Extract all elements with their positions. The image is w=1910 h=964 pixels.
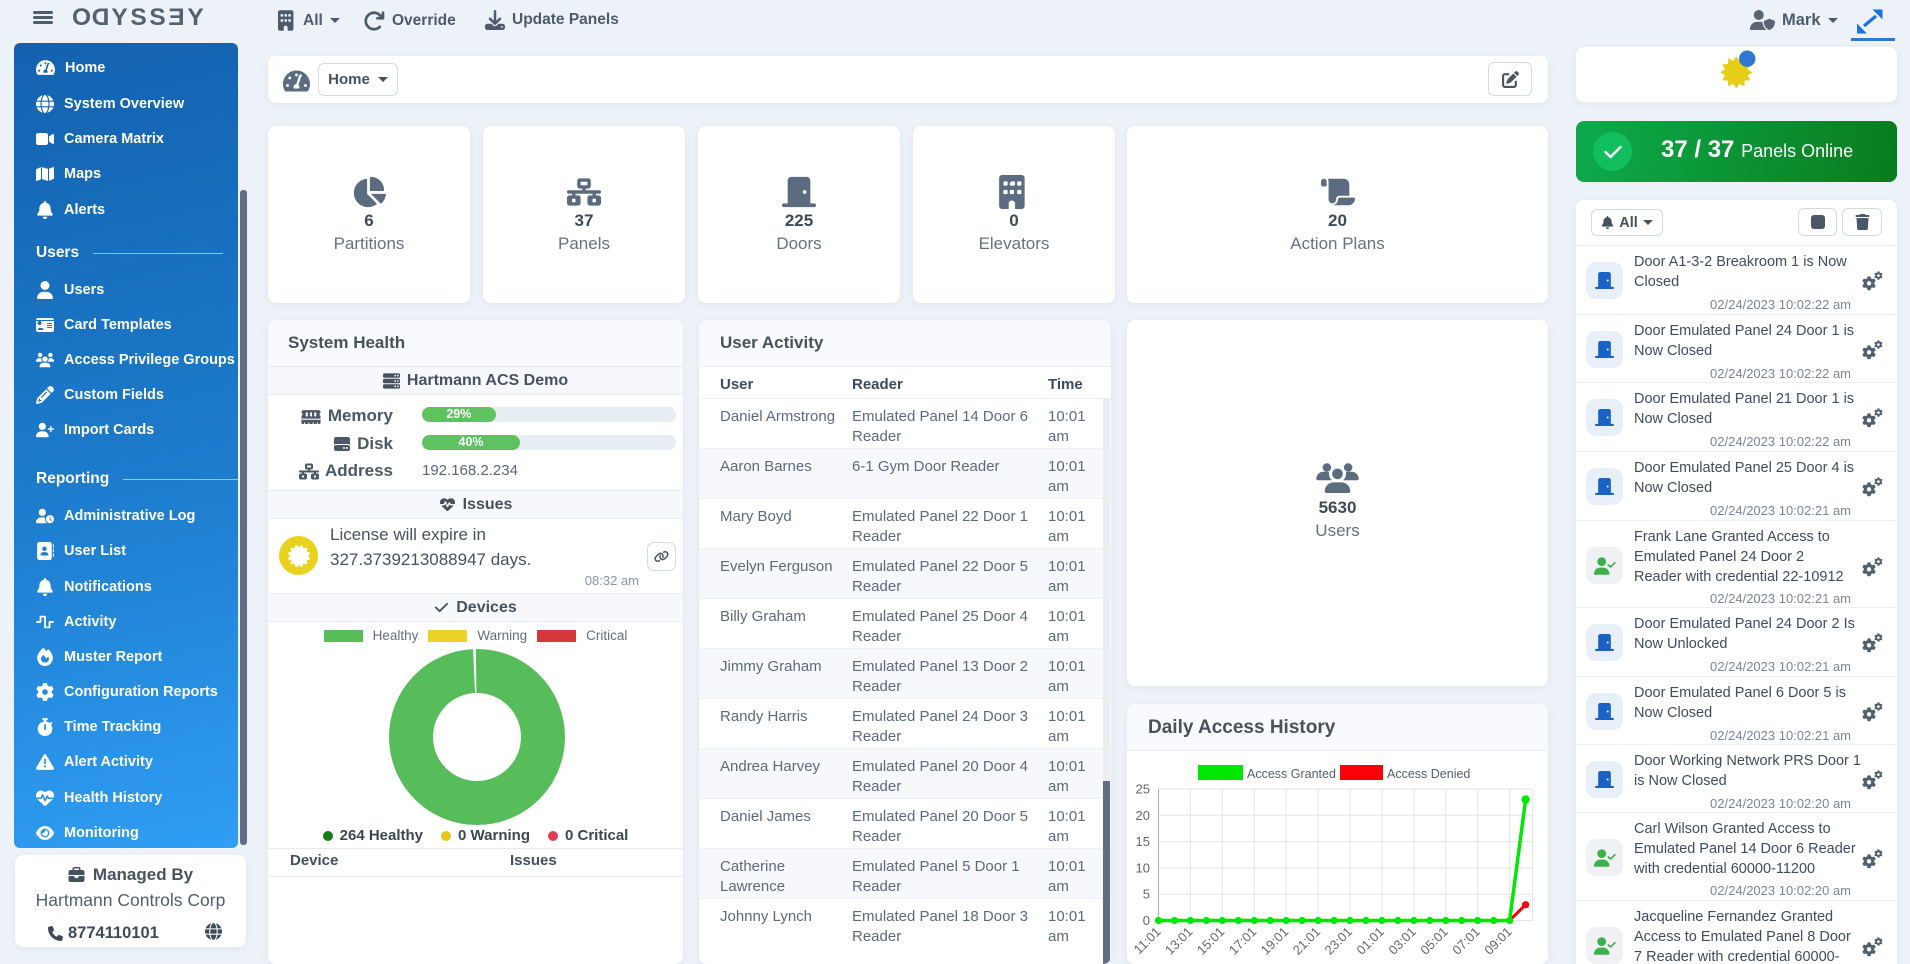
svg-text:01:01: 01:01 bbox=[1353, 924, 1387, 958]
svg-text:09:01: 09:01 bbox=[1481, 924, 1515, 958]
svg-text:11:01: 11:01 bbox=[1131, 924, 1164, 957]
svg-text:Access Denied: Access Denied bbox=[1387, 767, 1470, 781]
svg-text:0: 0 bbox=[1143, 913, 1150, 928]
svg-text:03:01: 03:01 bbox=[1385, 924, 1419, 958]
svg-text:15: 15 bbox=[1136, 834, 1150, 849]
svg-text:21:01: 21:01 bbox=[1290, 924, 1324, 958]
svg-text:25: 25 bbox=[1136, 782, 1150, 797]
svg-text:17:01: 17:01 bbox=[1226, 924, 1260, 958]
svg-text:19:01: 19:01 bbox=[1258, 924, 1292, 958]
svg-text:13:01: 13:01 bbox=[1162, 924, 1196, 958]
svg-text:15:01: 15:01 bbox=[1194, 924, 1228, 958]
svg-text:5: 5 bbox=[1143, 887, 1150, 902]
svg-text:20: 20 bbox=[1136, 808, 1150, 823]
svg-text:23:01: 23:01 bbox=[1322, 924, 1356, 958]
svg-text:05:01: 05:01 bbox=[1417, 924, 1451, 958]
svg-text:07:01: 07:01 bbox=[1449, 924, 1483, 958]
svg-text:Access Granted: Access Granted bbox=[1247, 767, 1336, 781]
svg-text:10: 10 bbox=[1136, 860, 1150, 875]
